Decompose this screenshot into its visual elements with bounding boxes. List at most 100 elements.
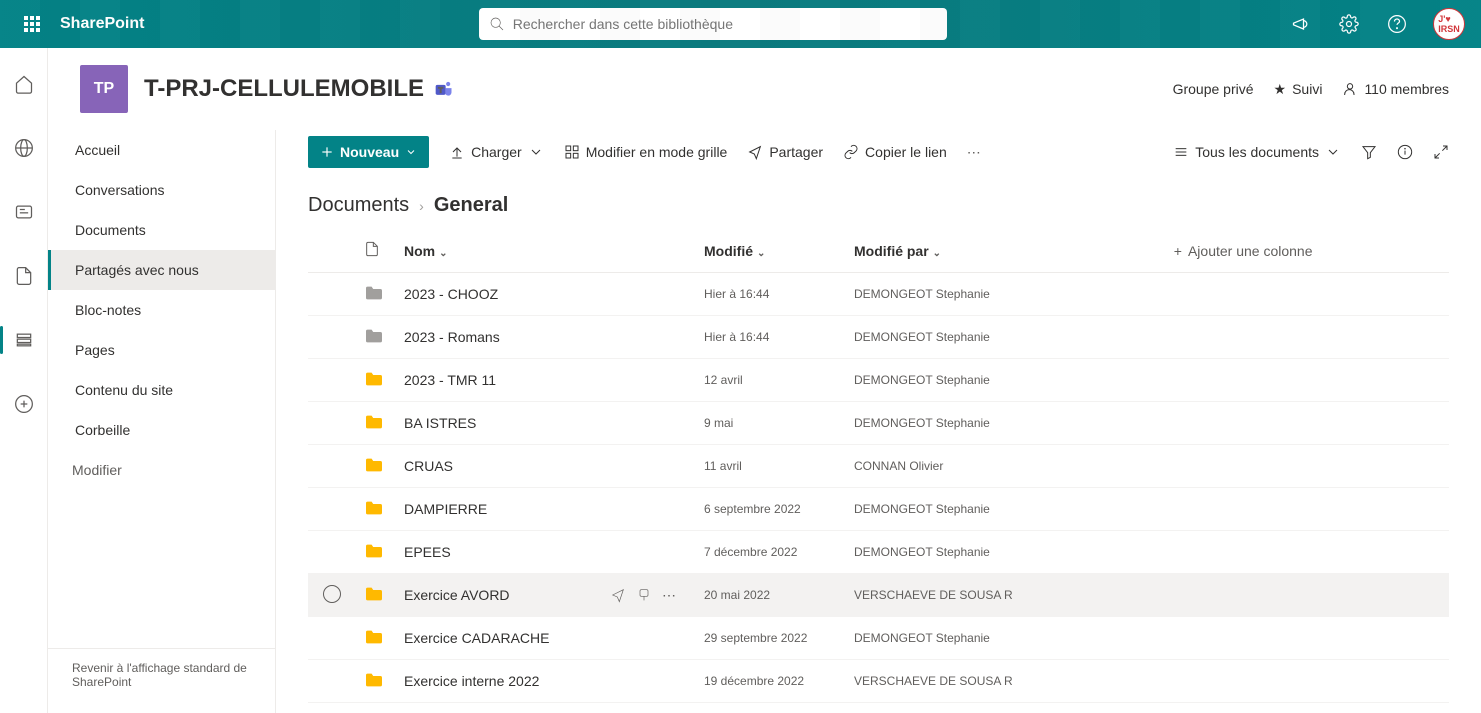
rail-home[interactable] [4,64,44,104]
rail-files[interactable] [4,256,44,296]
search-input[interactable] [513,16,937,32]
overflow-button[interactable]: ⋯ [967,136,981,168]
nav-item[interactable]: Bloc-notes [48,290,275,330]
chevron-down-icon [528,144,544,160]
globe-icon [14,138,34,158]
folder-icon [364,629,384,645]
row-name[interactable]: CRUAS [404,458,453,474]
table-row[interactable]: BA ISTRES 9 mai DEMONGEOT Stephanie [308,402,1449,445]
left-nav: AccueilConversationsDocumentsPartagés av… [48,130,276,713]
site-logo[interactable]: TP [80,65,128,113]
row-modified-by[interactable]: CONNAN Olivier [854,459,943,473]
user-avatar[interactable]: J'♥IRSN [1433,8,1465,40]
chevron-right-icon: › [419,198,424,214]
search-container [144,8,1281,40]
megaphone-button[interactable] [1281,0,1321,48]
view-selector[interactable]: Tous les documents [1173,136,1341,168]
row-modified-by[interactable]: DEMONGEOT Stephanie [854,373,990,387]
add-column-button[interactable]: +Ajouter une colonne [1166,229,1449,273]
search-box[interactable] [479,8,947,40]
upload-button[interactable]: Charger [449,136,544,168]
rail-lists[interactable] [4,320,44,360]
chevron-down-icon: ⌄ [439,248,447,259]
new-button[interactable]: Nouveau [308,136,429,168]
row-modified-by[interactable]: DEMONGEOT Stephanie [854,330,990,344]
help-button[interactable] [1377,0,1417,48]
suite-right: J'♥IRSN [1281,0,1473,48]
col-modified-header[interactable]: Modifié⌄ [696,229,846,273]
row-modified-by[interactable]: DEMONGEOT Stephanie [854,287,990,301]
row-select-circle[interactable] [323,585,341,603]
row-modified-by[interactable]: DEMONGEOT Stephanie [854,545,990,559]
row-modified: Hier à 16:44 [704,287,769,301]
row-modified-by[interactable]: VERSCHAEVE DE SOUSA R [854,588,1013,602]
row-name[interactable]: 2023 - TMR 11 [404,372,496,388]
table-row[interactable]: Exercice CADARACHE 29 septembre 2022 DEM… [308,617,1449,660]
table-row[interactable]: 2023 - CHOOZ Hier à 16:44 DEMONGEOT Step… [308,273,1449,316]
folder-icon [364,586,384,602]
classic-view-link[interactable]: Revenir à l'affichage standard de ShareP… [72,661,247,689]
row-modified-by[interactable]: VERSCHAEVE DE SOUSA R [854,674,1013,688]
nav-item[interactable]: Documents [48,210,275,250]
row-modified: 11 avril [704,459,742,473]
table-row[interactable]: CRUAS 11 avril CONNAN Olivier [308,445,1449,488]
table-row[interactable]: DAMPIERRE 6 septembre 2022 DEMONGEOT Ste… [308,488,1449,531]
col-name-header[interactable]: Nom⌄ [396,229,696,273]
row-modified-by[interactable]: DEMONGEOT Stephanie [854,416,990,430]
row-name[interactable]: EPEES [404,544,451,560]
share-row-icon[interactable] [610,587,626,603]
table-row[interactable]: 2023 - Romans Hier à 16:44 DEMONGEOT Ste… [308,316,1449,359]
row-name[interactable]: Exercice AVORD [404,587,510,603]
pin-row-icon[interactable] [636,587,652,603]
rail-create[interactable] [4,384,44,424]
nav-item[interactable]: Pages [48,330,275,370]
table-row[interactable]: Exercice interne 2022 19 décembre 2022 V… [308,660,1449,703]
row-name[interactable]: DAMPIERRE [404,501,487,517]
settings-button[interactable] [1329,0,1369,48]
row-name[interactable]: 2023 - CHOOZ [404,286,498,302]
table-row[interactable]: EPEES 7 décembre 2022 DEMONGEOT Stephani… [308,531,1449,574]
col-select-header[interactable] [308,229,356,273]
filter-button[interactable] [1361,136,1377,168]
share-button[interactable]: Partager [747,136,823,168]
rail-news[interactable] [4,192,44,232]
brand-label[interactable]: SharePoint [60,15,144,33]
copy-link-button[interactable]: Copier le lien [843,136,947,168]
nav-item[interactable]: Accueil [48,130,275,170]
info-button[interactable] [1397,136,1413,168]
table-row[interactable]: Exercice AVORD ⋯ 20 mai 2022 VERSCHAEVE … [308,574,1449,617]
expand-button[interactable] [1433,136,1449,168]
row-name[interactable]: Exercice interne 2022 [404,673,539,689]
nav-edit-link[interactable]: Modifier [48,450,275,490]
site-title[interactable]: T-PRJ-CELLULEMOBILE [144,75,424,103]
members-button[interactable]: 110 membres [1342,81,1449,97]
breadcrumb-root[interactable]: Documents [308,194,409,217]
nav-item[interactable]: Partagés avec nous [48,250,275,290]
row-name[interactable]: BA ISTRES [404,415,476,431]
app-launcher-button[interactable] [8,0,56,48]
row-overflow-icon[interactable]: ⋯ [662,587,676,604]
chevron-down-icon: ⌄ [757,248,765,259]
teams-icon[interactable]: T [434,79,454,99]
edit-grid-button[interactable]: Modifier en mode grille [564,136,728,168]
follow-button[interactable]: ★ Suivi [1274,81,1323,98]
row-modified-by[interactable]: DEMONGEOT Stephanie [854,631,990,645]
rail-globe[interactable] [4,128,44,168]
col-modified-by-header[interactable]: Modifié par⌄ [846,229,1166,273]
info-icon [1397,144,1413,160]
site-meta: Groupe privé ★ Suivi 110 membres [1173,81,1449,98]
row-name[interactable]: 2023 - Romans [404,329,500,345]
row-modified-by[interactable]: DEMONGEOT Stephanie [854,502,990,516]
gear-icon [1339,14,1359,34]
content: TP T-PRJ-CELLULEMOBILE T Groupe privé ★ … [48,48,1481,713]
share-icon [747,144,763,160]
nav-item[interactable]: Corbeille [48,410,275,450]
privacy-label: Groupe privé [1173,81,1254,97]
nav-item[interactable]: Conversations [48,170,275,210]
nav-item[interactable]: Contenu du site [48,370,275,410]
col-type-header[interactable] [356,229,396,273]
table-row[interactable]: 2023 - TMR 11 12 avril DEMONGEOT Stephan… [308,359,1449,402]
nav-footer: Revenir à l'affichage standard de ShareP… [48,648,275,713]
row-name[interactable]: Exercice CADARACHE [404,630,549,646]
chevron-down-icon [405,146,417,158]
